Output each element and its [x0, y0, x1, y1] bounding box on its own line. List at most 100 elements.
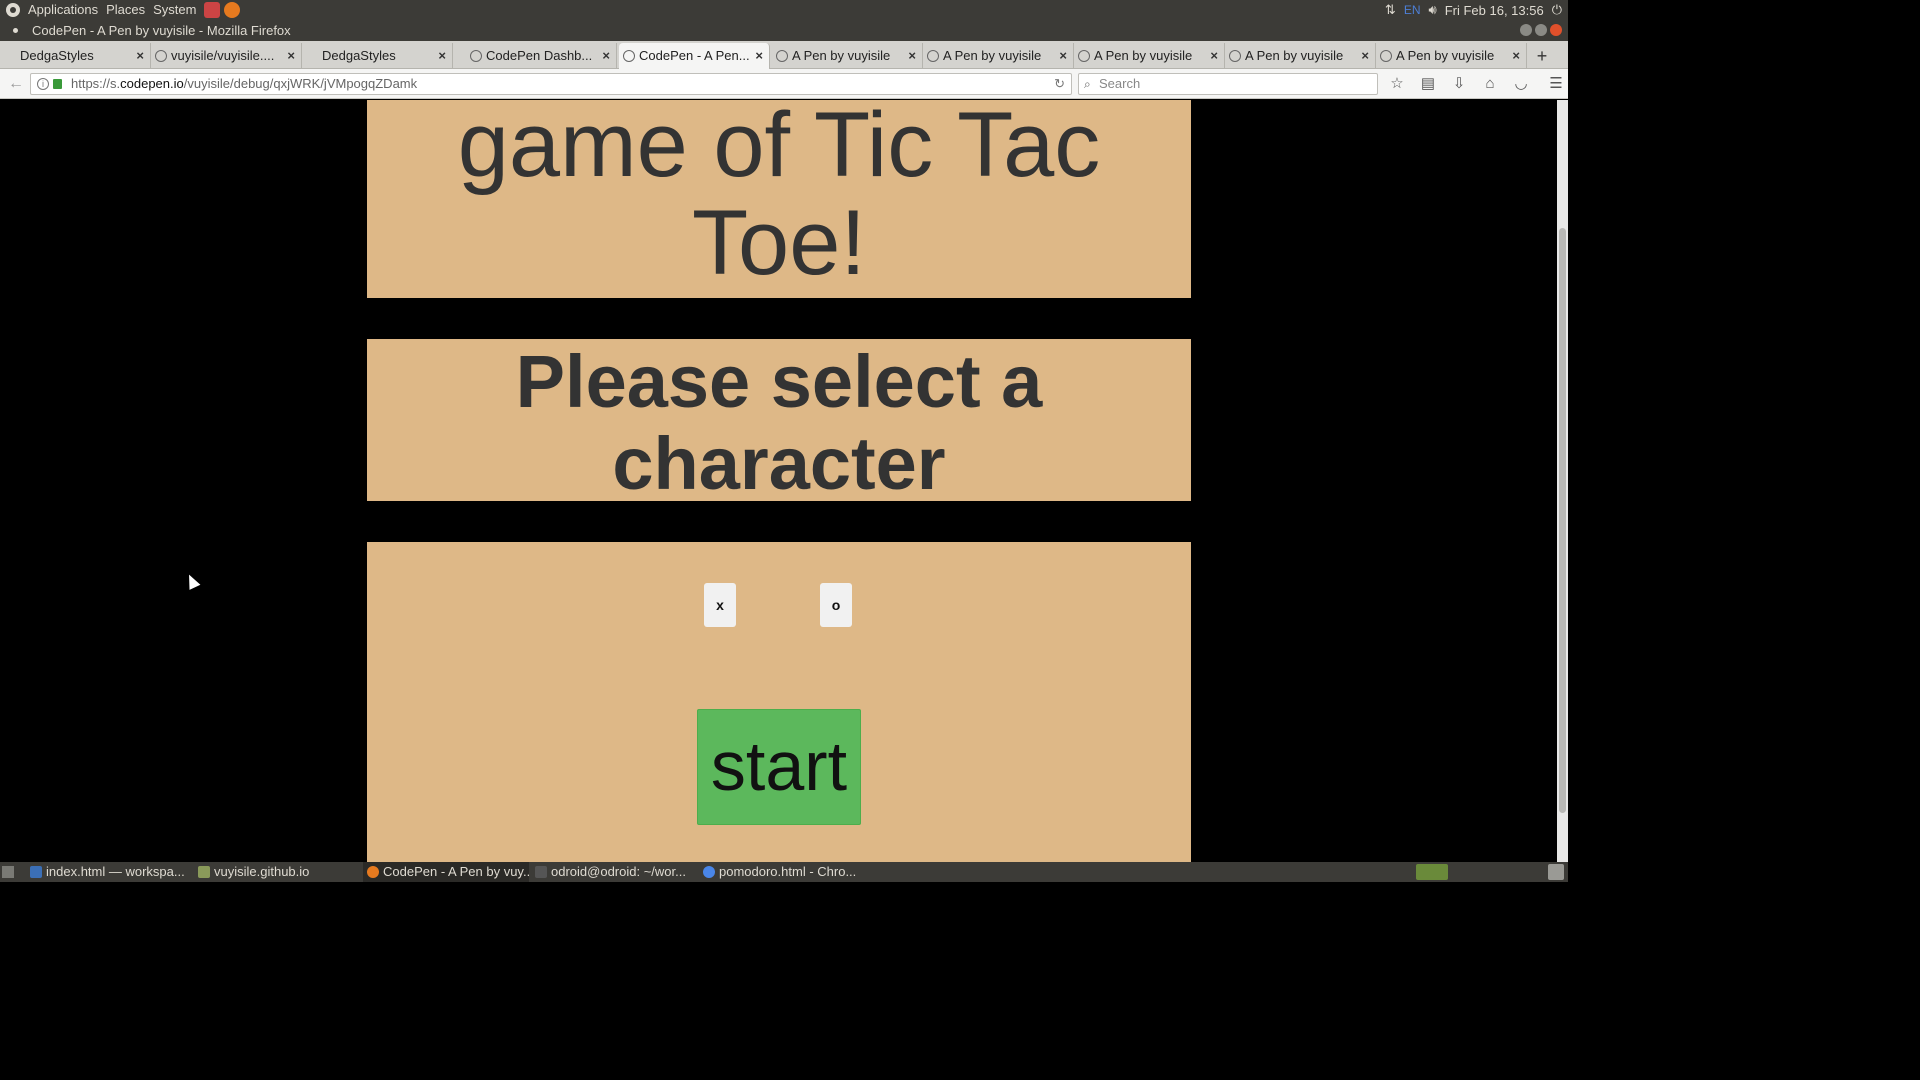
pocket-icon[interactable]: ◡ [1512, 75, 1530, 93]
url-host: codepen.io [120, 76, 184, 91]
new-tab-button[interactable]: + [1532, 43, 1552, 69]
hamburger-menu-icon[interactable]: ☰ [1547, 75, 1565, 93]
search-input[interactable]: ⌕ Search [1078, 73, 1378, 95]
navigation-bar: ← i https://s.codepen.io/vuyisile/debug/… [0, 69, 1568, 99]
tab-label: A Pen by vuyisile [1396, 48, 1495, 63]
close-tab-icon[interactable]: × [1059, 43, 1067, 69]
tab[interactable]: A Pen by vuyisile × [772, 43, 923, 69]
codepen-favicon-icon [1078, 50, 1090, 62]
window-controls [1520, 24, 1562, 36]
tab-label: A Pen by vuyisile [943, 48, 1042, 63]
tab[interactable]: A Pen by vuyisile × [1225, 43, 1376, 69]
taskbar-item-label: odroid@odroid: ~/wor... [551, 864, 686, 879]
close-tab-icon[interactable]: × [755, 43, 763, 69]
character-select-panel: x o start [367, 542, 1191, 862]
tab-active[interactable]: CodePen - A Pen... × [619, 43, 770, 69]
terminal-icon [535, 866, 547, 878]
page-title: game of Tic Tac Toe! [457, 100, 1101, 294]
bookmarks-library-icon[interactable]: ▤ [1419, 75, 1437, 93]
close-tab-icon[interactable]: × [602, 43, 610, 69]
page-content: game of Tic Tac Toe! Please select a cha… [0, 100, 1568, 862]
power-icon[interactable]: ⏻ [1552, 2, 1562, 18]
window-title: CodePen - A Pen by vuyisile - Mozilla Fi… [32, 23, 291, 38]
codepen-favicon-icon [623, 50, 635, 62]
menu-places[interactable]: Places [102, 0, 149, 20]
close-tab-icon[interactable]: × [287, 43, 295, 69]
back-arrow-icon[interactable]: ← [6, 74, 26, 94]
codepen-favicon-icon [1380, 50, 1392, 62]
taskbar-item-chrome[interactable]: pomodoro.html - Chro... [699, 862, 865, 882]
toolbar-icons: ☆ ▤ ⇩ ⌂ ◡ ☰ [1388, 75, 1565, 93]
start-button[interactable]: start [697, 709, 861, 825]
tab[interactable]: vuyisile/vuyisile.... × [151, 43, 302, 69]
top-panel: Applications Places System ⇅ EN 🔊︎ Fri F… [0, 0, 1568, 20]
taskbar-item-editor[interactable]: index.html — workspa... [26, 862, 192, 882]
info-icon[interactable]: i [37, 78, 49, 90]
select-x-button[interactable]: x [704, 583, 736, 627]
select-o-button[interactable]: o [820, 583, 852, 627]
system-tray: ⇅ EN 🔊︎ Fri Feb 16, 13:56 ⏻ [1385, 0, 1562, 20]
close-tab-icon[interactable]: × [1512, 43, 1520, 69]
tab[interactable]: A Pen by vuyisile × [1074, 43, 1225, 69]
tab-label: CodePen Dashb... [486, 48, 593, 63]
taskbar: index.html — workspa... vuyisile.github.… [0, 862, 1568, 882]
close-tab-icon[interactable]: × [438, 43, 446, 69]
tab-label: DedgaStyles [322, 48, 396, 63]
firefox-icon [367, 866, 379, 878]
lock-icon[interactable] [53, 79, 62, 89]
tab[interactable]: DedgaStyles × [302, 43, 453, 69]
editor-icon [30, 866, 42, 878]
show-desktop-icon[interactable] [2, 866, 14, 878]
taskbar-item-label: pomodoro.html - Chro... [719, 864, 857, 879]
maximize-button[interactable] [1535, 24, 1547, 36]
tab-label: CodePen - A Pen... [639, 48, 750, 63]
bookmark-star-icon[interactable]: ☆ [1388, 75, 1406, 93]
taskbar-item-label: index.html — workspa... [46, 864, 185, 879]
settings-launcher-icon[interactable] [204, 2, 221, 18]
taskbar-item-files[interactable]: vuyisile.github.io [194, 862, 360, 882]
codepen-favicon-icon [927, 50, 939, 62]
ubuntu-logo-icon[interactable] [6, 3, 20, 17]
folder-icon [198, 866, 210, 878]
workspace-switcher[interactable] [1416, 864, 1448, 880]
codepen-favicon-icon [1229, 50, 1241, 62]
window-menu-icon[interactable] [13, 28, 18, 33]
downloads-icon[interactable]: ⇩ [1450, 75, 1468, 93]
menu-system[interactable]: System [149, 0, 200, 20]
page-scrollbar[interactable] [1557, 100, 1568, 862]
clock[interactable]: Fri Feb 16, 13:56 [1445, 3, 1544, 18]
tab-strip: DedgaStyles × vuyisile/vuyisile.... × Dedg… [0, 41, 1568, 69]
firefox-launcher-icon[interactable] [224, 2, 241, 18]
github-favicon-icon [155, 50, 167, 62]
url-bar[interactable]: i https://s.codepen.io/vuyisile/debug/qx… [30, 73, 1072, 95]
network-icon[interactable]: ⇅ [1385, 2, 1396, 18]
tab-label: A Pen by vuyisile [1245, 48, 1344, 63]
taskbar-item-label: vuyisile.github.io [214, 864, 310, 879]
menu-applications[interactable]: Applications [24, 0, 102, 20]
tab-label: DedgaStyles [20, 48, 94, 63]
search-icon: ⌕ [1084, 77, 1091, 91]
url-prefix: https://s. [71, 76, 121, 91]
volume-icon[interactable]: 🔊︎ [1429, 2, 1437, 18]
taskbar-item-terminal[interactable]: odroid@odroid: ~/wor... [531, 862, 697, 882]
keyboard-layout-indicator[interactable]: EN [1404, 3, 1421, 17]
close-tab-icon[interactable]: × [1210, 43, 1218, 69]
select-character-prompt: Please select a character [515, 340, 1043, 505]
tab-label: vuyisile/vuyisile.... [171, 48, 275, 63]
tab[interactable]: CodePen Dashb... × [466, 43, 617, 69]
home-icon[interactable]: ⌂ [1481, 75, 1499, 93]
close-tab-icon[interactable]: × [136, 43, 144, 69]
reload-icon[interactable]: ↻ [1054, 74, 1065, 94]
scrollbar-thumb[interactable] [1559, 228, 1566, 813]
tab[interactable]: A Pen by vuyisile × [1376, 43, 1527, 69]
taskbar-item-firefox[interactable]: CodePen - A Pen by vuy... [363, 862, 529, 882]
close-tab-icon[interactable]: × [1361, 43, 1369, 69]
codepen-favicon-icon [776, 50, 788, 62]
tab[interactable]: DedgaStyles × [0, 43, 151, 69]
window-titlebar[interactable]: CodePen - A Pen by vuyisile - Mozilla Fi… [0, 20, 1568, 41]
close-tab-icon[interactable]: × [908, 43, 916, 69]
minimize-button[interactable] [1520, 24, 1532, 36]
tab[interactable]: A Pen by vuyisile × [923, 43, 1074, 69]
close-window-button[interactable] [1550, 24, 1562, 36]
trash-icon[interactable] [1548, 864, 1564, 880]
